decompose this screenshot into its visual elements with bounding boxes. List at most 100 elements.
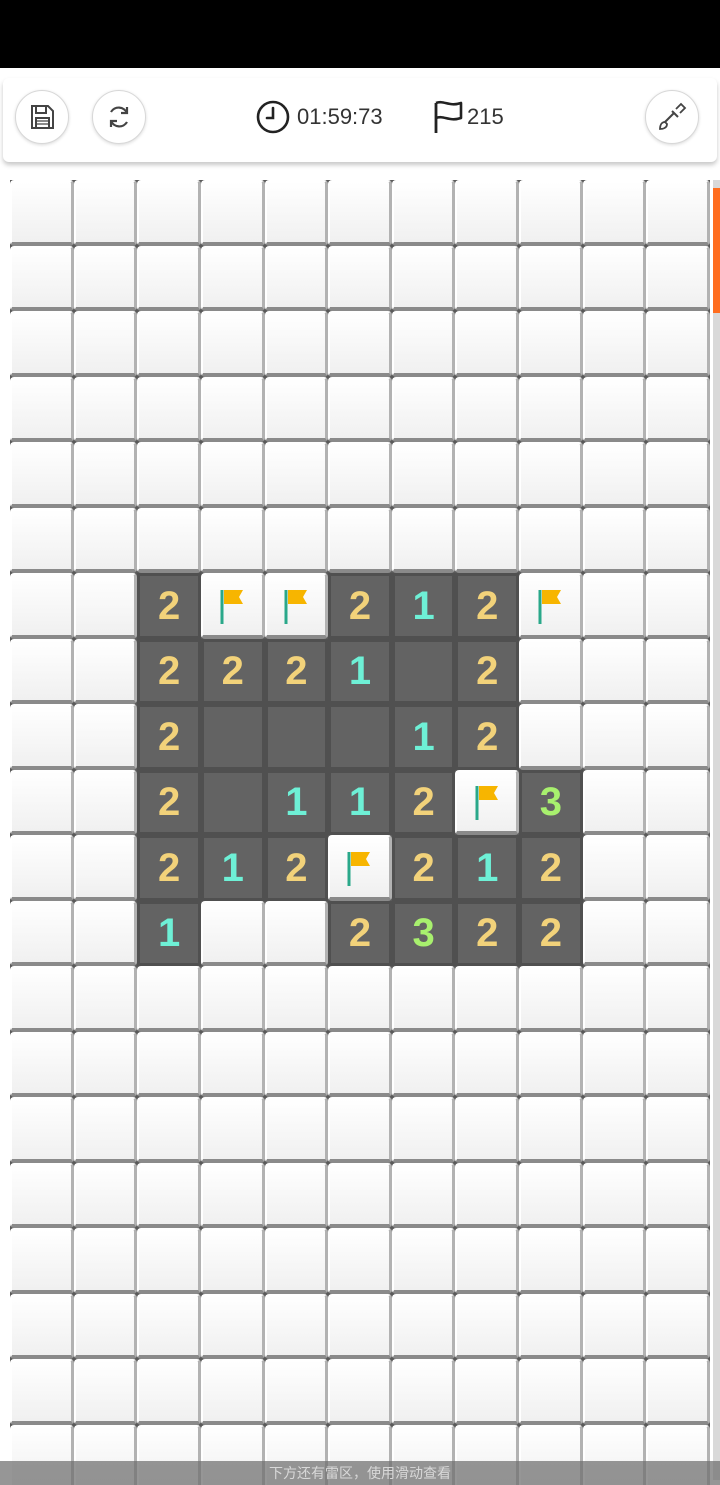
hidden-cell[interactable]	[519, 311, 583, 377]
hidden-cell[interactable]	[200, 507, 265, 573]
hidden-cell[interactable]	[10, 1293, 74, 1359]
hidden-cell[interactable]	[582, 638, 647, 704]
hidden-cell[interactable]	[519, 704, 583, 770]
hidden-cell[interactable]	[137, 966, 201, 1032]
hidden-cell[interactable]	[10, 180, 74, 246]
hidden-cell[interactable]	[582, 704, 647, 770]
number-cell[interactable]: 2	[455, 638, 519, 704]
number-cell[interactable]: 2	[200, 638, 265, 704]
number-cell[interactable]: 2	[391, 769, 456, 835]
hidden-cell[interactable]	[137, 1359, 201, 1425]
scroll-thumb[interactable]	[713, 188, 720, 313]
hidden-cell[interactable]	[519, 1097, 583, 1163]
hidden-cell[interactable]	[137, 376, 201, 442]
hidden-cell[interactable]	[582, 966, 647, 1032]
hidden-cell[interactable]	[200, 442, 265, 508]
hidden-cell[interactable]	[200, 1097, 265, 1163]
hidden-cell[interactable]	[582, 311, 647, 377]
hidden-cell[interactable]	[10, 1097, 74, 1163]
hidden-cell[interactable]	[73, 1162, 138, 1228]
hidden-cell[interactable]	[264, 442, 329, 508]
hidden-cell[interactable]	[200, 1031, 265, 1097]
hidden-cell[interactable]	[391, 1359, 456, 1425]
flagged-cell[interactable]	[200, 573, 265, 639]
hidden-cell[interactable]	[10, 1162, 74, 1228]
hidden-cell[interactable]	[582, 835, 647, 901]
hidden-cell[interactable]	[200, 1162, 265, 1228]
hidden-cell[interactable]	[328, 1293, 392, 1359]
number-cell[interactable]: 2	[519, 835, 583, 901]
hidden-cell[interactable]	[10, 1228, 74, 1294]
hidden-cell[interactable]	[10, 900, 74, 966]
hidden-cell[interactable]	[646, 900, 710, 966]
hidden-cell[interactable]	[328, 376, 392, 442]
hidden-cell[interactable]	[646, 573, 710, 639]
hidden-cell[interactable]	[328, 966, 392, 1032]
hidden-cell[interactable]	[200, 180, 265, 246]
hidden-cell[interactable]	[582, 442, 647, 508]
hidden-cell[interactable]	[137, 1031, 201, 1097]
hidden-cell[interactable]	[391, 376, 456, 442]
number-cell[interactable]: 1	[200, 835, 265, 901]
hidden-cell[interactable]	[391, 180, 456, 246]
hidden-cell[interactable]	[646, 311, 710, 377]
hidden-cell[interactable]	[200, 1293, 265, 1359]
hidden-cell[interactable]	[10, 769, 74, 835]
flagged-cell[interactable]	[519, 573, 583, 639]
hidden-cell[interactable]	[137, 507, 201, 573]
hidden-cell[interactable]	[455, 1031, 519, 1097]
hidden-cell[interactable]	[391, 311, 456, 377]
hidden-cell[interactable]	[264, 507, 329, 573]
flagged-cell[interactable]	[455, 769, 519, 835]
open-empty-cell[interactable]	[328, 704, 392, 770]
hidden-cell[interactable]	[455, 245, 519, 311]
hidden-cell[interactable]	[519, 1031, 583, 1097]
hidden-cell[interactable]	[73, 1097, 138, 1163]
hidden-cell[interactable]	[73, 245, 138, 311]
hidden-cell[interactable]	[264, 376, 329, 442]
number-cell[interactable]: 1	[137, 900, 201, 966]
hidden-cell[interactable]	[73, 507, 138, 573]
hidden-cell[interactable]	[264, 245, 329, 311]
hidden-cell[interactable]	[519, 1359, 583, 1425]
hidden-cell[interactable]	[200, 245, 265, 311]
number-cell[interactable]: 1	[455, 835, 519, 901]
hidden-cell[interactable]	[200, 900, 265, 966]
hidden-cell[interactable]	[137, 1162, 201, 1228]
flagged-cell[interactable]	[264, 573, 329, 639]
hidden-cell[interactable]	[391, 1228, 456, 1294]
hidden-cell[interactable]	[73, 180, 138, 246]
hidden-cell[interactable]	[582, 1228, 647, 1294]
hidden-cell[interactable]	[10, 442, 74, 508]
hidden-cell[interactable]	[73, 1228, 138, 1294]
hidden-cell[interactable]	[582, 1162, 647, 1228]
hidden-cell[interactable]	[582, 507, 647, 573]
number-cell[interactable]: 2	[391, 835, 456, 901]
hidden-cell[interactable]	[519, 1228, 583, 1294]
open-empty-cell[interactable]	[200, 769, 265, 835]
hidden-cell[interactable]	[137, 1293, 201, 1359]
number-cell[interactable]: 1	[328, 769, 392, 835]
restart-button[interactable]	[92, 90, 146, 144]
hidden-cell[interactable]	[519, 442, 583, 508]
number-cell[interactable]: 1	[328, 638, 392, 704]
hidden-cell[interactable]	[455, 1293, 519, 1359]
hidden-cell[interactable]	[137, 1228, 201, 1294]
hidden-cell[interactable]	[391, 442, 456, 508]
hidden-cell[interactable]	[264, 1228, 329, 1294]
hidden-cell[interactable]	[264, 1097, 329, 1163]
hidden-cell[interactable]	[391, 1162, 456, 1228]
hidden-cell[interactable]	[73, 1359, 138, 1425]
hidden-cell[interactable]	[582, 180, 647, 246]
number-cell[interactable]: 1	[391, 704, 456, 770]
hidden-cell[interactable]	[10, 966, 74, 1032]
number-cell[interactable]: 2	[137, 835, 201, 901]
hidden-cell[interactable]	[582, 900, 647, 966]
number-cell[interactable]: 1	[391, 573, 456, 639]
hidden-cell[interactable]	[73, 442, 138, 508]
hidden-cell[interactable]	[328, 180, 392, 246]
hidden-cell[interactable]	[73, 769, 138, 835]
hidden-cell[interactable]	[73, 638, 138, 704]
hidden-cell[interactable]	[582, 573, 647, 639]
hidden-cell[interactable]	[519, 245, 583, 311]
